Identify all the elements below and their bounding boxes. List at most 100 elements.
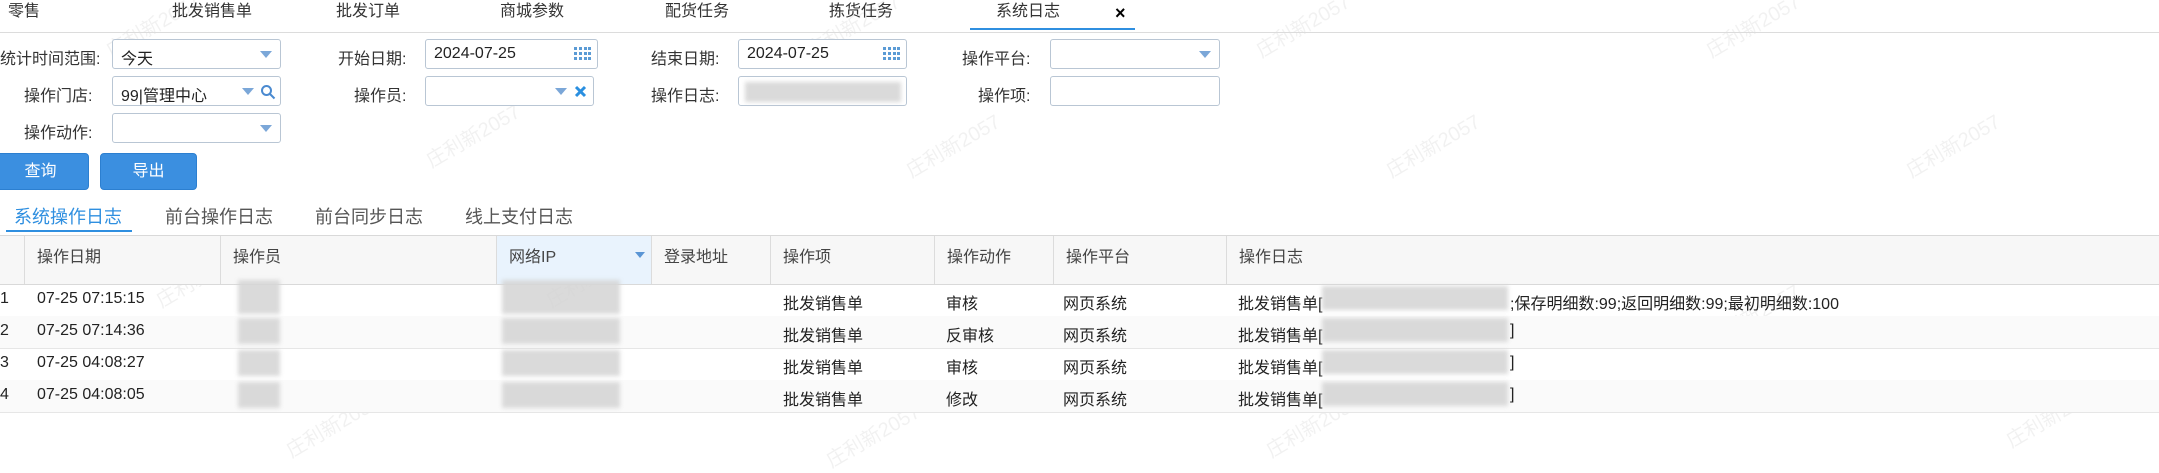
cell-platform: 网页系统: [1063, 328, 1128, 345]
cell-log-prefix: 批发销售单[: [1238, 392, 1323, 409]
watermark: 庄利新2057: [902, 111, 1005, 183]
cell-log-suffix: ]: [1510, 386, 1515, 403]
cell-date: 07-25 07:15:15: [37, 290, 145, 307]
redacted-ip: [502, 318, 620, 344]
column-header-ip[interactable]: 网络IP: [496, 236, 651, 284]
tab-distribution-task[interactable]: 配货任务: [657, 0, 737, 30]
action-select[interactable]: [112, 113, 281, 143]
end-date-input[interactable]: 2024-07-25: [738, 39, 907, 69]
chevron-down-icon: [242, 88, 254, 95]
row-number: 3: [0, 354, 9, 371]
column-header-item[interactable]: 操作项: [770, 236, 934, 284]
tab-retail[interactable]: 零售: [0, 0, 48, 30]
platform-select[interactable]: [1050, 39, 1220, 69]
time-range-label: 统计时间范围:: [0, 51, 101, 68]
table-row[interactable]: 4 07-25 04:08:05 批发销售单 修改 网页系统 批发销售单[ ]: [0, 380, 2159, 413]
redacted-operator: [238, 318, 280, 344]
redacted-ip: [502, 382, 620, 408]
clear-icon[interactable]: [574, 85, 587, 98]
start-date-input[interactable]: 2024-07-25: [425, 39, 598, 69]
cell-date: 07-25 07:14:36: [37, 322, 145, 339]
row-number: 1: [0, 290, 9, 307]
cell-log-prefix: 批发销售单[: [1238, 360, 1323, 377]
cell-action: 审核: [946, 296, 979, 313]
table-row[interactable]: 1 07-25 07:15:15 批发销售单 审核 网页系统 批发销售单[ ;保…: [0, 280, 2159, 317]
chevron-down-icon: [260, 125, 272, 132]
tab-system-log[interactable]: 系统日志: [970, 0, 1135, 30]
cell-action: 反审核: [946, 328, 995, 345]
cell-date: 07-25 04:08:27: [37, 354, 145, 371]
end-date-value: 2024-07-25: [747, 45, 829, 62]
column-header-date[interactable]: 操作日期: [24, 236, 220, 284]
tab-wholesale-sales[interactable]: 批发销售单: [164, 0, 260, 30]
redacted-ip: [502, 350, 620, 376]
log-label: 操作日志:: [651, 88, 720, 105]
active-subtab-indicator: [6, 230, 132, 232]
time-range-select[interactable]: 今天: [112, 39, 281, 69]
table-header: 操作日期 操作员 网络IP 登录地址 操作项 操作动作 操作平台 操作日志: [0, 235, 2159, 285]
cell-log-suffix: ;保存明细数:99;返回明细数:99;最初明细数:100: [1510, 296, 1839, 313]
redacted-log: [1322, 286, 1508, 310]
subtab-frontend-sync-log[interactable]: 前台同步日志: [315, 203, 423, 229]
end-date-label: 结束日期:: [651, 51, 720, 68]
calendar-icon[interactable]: [574, 46, 591, 62]
redacted-operator: [238, 280, 280, 314]
redacted-operator: [238, 382, 280, 408]
operator-select[interactable]: [425, 76, 594, 106]
operator-label: 操作员:: [354, 88, 407, 105]
column-header-log[interactable]: 操作日志: [1226, 236, 2159, 284]
close-icon[interactable]: ×: [1115, 3, 1126, 24]
export-button[interactable]: 导出: [100, 153, 197, 190]
store-select[interactable]: 99|管理中心: [112, 76, 281, 106]
redacted-block: [745, 82, 901, 102]
item-input[interactable]: [1050, 76, 1220, 106]
column-header-login-address[interactable]: 登录地址: [651, 236, 770, 284]
tab-wholesale-order[interactable]: 批发订单: [328, 0, 408, 30]
search-icon[interactable]: [260, 84, 276, 100]
redacted-log: [1322, 350, 1508, 374]
time-range-value: 今天: [121, 51, 154, 68]
cell-item: 批发销售单: [783, 392, 864, 409]
subtab-online-payment-log[interactable]: 线上支付日志: [465, 203, 573, 229]
tab-picking-task[interactable]: 拣货任务: [821, 0, 901, 30]
column-header-platform[interactable]: 操作平台: [1053, 236, 1226, 284]
redacted-log: [1322, 382, 1508, 406]
module-tab-bar: 零售 批发销售单 批发订单 商城参数 配货任务 拣货任务 系统日志 ×: [0, 0, 2159, 33]
redacted-ip: [502, 280, 620, 314]
action-label: 操作动作:: [24, 125, 93, 142]
sort-arrow-icon[interactable]: [635, 252, 645, 258]
row-number: 2: [0, 322, 9, 339]
platform-label: 操作平台:: [962, 51, 1031, 68]
item-label: 操作项:: [978, 88, 1031, 105]
cell-date: 07-25 04:08:05: [37, 386, 145, 403]
cell-item: 批发销售单: [783, 328, 864, 345]
store-value: 99|管理中心: [121, 88, 207, 105]
query-button[interactable]: 查询: [0, 153, 89, 190]
column-header-action[interactable]: 操作动作: [934, 236, 1053, 284]
cell-log-prefix: 批发销售单[: [1238, 296, 1323, 313]
subtab-system-operation-log[interactable]: 系统操作日志: [14, 203, 122, 229]
calendar-icon[interactable]: [883, 46, 900, 62]
cell-item: 批发销售单: [783, 296, 864, 313]
watermark: 庄利新2057: [422, 101, 525, 173]
watermark: 庄利新2057: [1902, 111, 2005, 183]
row-number: 4: [0, 386, 9, 403]
subtab-frontend-operation-log[interactable]: 前台操作日志: [165, 203, 273, 229]
redacted-operator: [238, 350, 280, 376]
cell-platform: 网页系统: [1063, 360, 1128, 377]
column-header-operator[interactable]: 操作员: [220, 236, 496, 284]
watermark: 庄利新2057: [1382, 111, 1485, 183]
table-row[interactable]: 3 07-25 04:08:27 批发销售单 审核 网页系统 批发销售单[ ]: [0, 348, 2159, 381]
table-row[interactable]: 2 07-25 07:14:36 批发销售单 反审核 网页系统 批发销售单[ ]: [0, 316, 2159, 349]
cell-platform: 网页系统: [1063, 392, 1128, 409]
cell-platform: 网页系统: [1063, 296, 1128, 313]
cell-log-suffix: ]: [1510, 322, 1515, 339]
cell-item: 批发销售单: [783, 360, 864, 377]
chevron-down-icon: [1199, 51, 1211, 58]
tab-mall-params[interactable]: 商城参数: [492, 0, 572, 30]
chevron-down-icon: [260, 51, 272, 58]
chevron-down-icon: [555, 88, 567, 95]
cell-action: 修改: [946, 392, 979, 409]
cell-log-suffix: ]: [1510, 354, 1515, 371]
log-input[interactable]: [738, 76, 907, 106]
